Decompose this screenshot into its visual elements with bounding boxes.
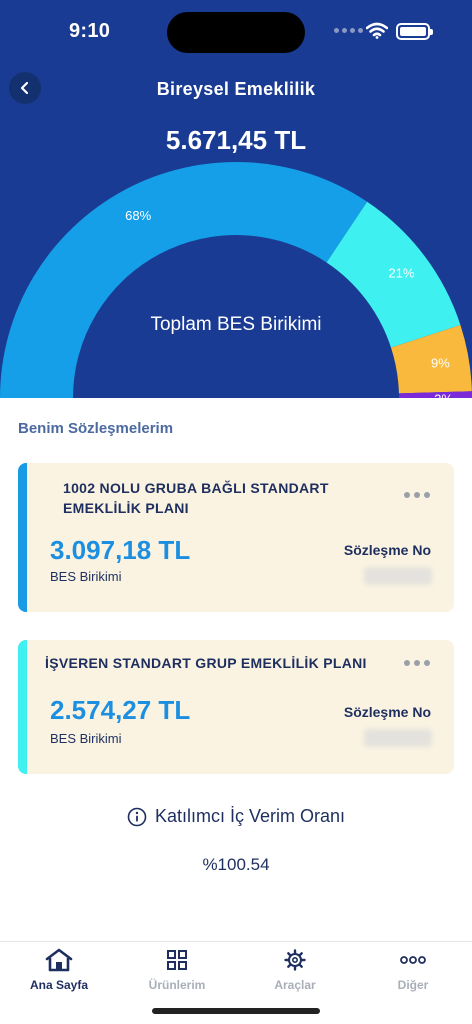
battery-icon bbox=[396, 23, 433, 40]
tab-home[interactable]: Ana Sayfa bbox=[0, 948, 118, 992]
slice-percent-label: 9% bbox=[431, 356, 450, 371]
contract-number-label: Sözleşme No bbox=[343, 542, 431, 558]
more-options-icon[interactable] bbox=[404, 492, 430, 498]
tab-products[interactable]: Ürünlerim bbox=[118, 948, 236, 992]
tab-label: Ana Sayfa bbox=[29, 978, 89, 992]
contract-card[interactable]: 1002 NOLU GRUBA BAĞLI STANDART EMEKLİLİK… bbox=[18, 463, 454, 612]
slice-percent-label: 21% bbox=[388, 266, 414, 281]
irr-row[interactable]: Katılımcı İç Verim Oranı bbox=[0, 806, 472, 827]
card-accent-bar bbox=[18, 463, 27, 612]
tab-label: Ürünlerim bbox=[148, 978, 206, 992]
status-bar: 9:10 bbox=[0, 0, 472, 62]
gear-icon bbox=[284, 949, 306, 971]
cellular-signal-icon bbox=[334, 28, 363, 33]
info-icon bbox=[127, 807, 147, 826]
donut-center-label: Toplam BES Birikimi bbox=[150, 314, 322, 335]
home-icon bbox=[45, 948, 73, 972]
contract-amount: 2.574,27 TL bbox=[50, 695, 191, 725]
contract-number-redacted bbox=[364, 729, 432, 747]
home-indicator bbox=[152, 1008, 320, 1014]
irr-value: %100.54 bbox=[202, 855, 270, 874]
status-time: 9:10 bbox=[69, 20, 111, 42]
contract-card[interactable]: İŞVEREN STANDART GRUP EMEKLİLİK PLANI 2.… bbox=[18, 640, 454, 774]
tab-label: Araçlar bbox=[274, 978, 316, 992]
card-accent-bar bbox=[18, 640, 27, 774]
slice-percent-label: 2% bbox=[434, 392, 453, 398]
more-icon bbox=[400, 956, 426, 964]
page-title: Bireysel Emeklilik bbox=[156, 79, 316, 99]
contract-title: 1002 NOLU GRUBA BAĞLI STANDART EMEKLİLİK… bbox=[63, 480, 329, 516]
slice-percent-label: 68% bbox=[125, 208, 151, 223]
tab-label: Diğer bbox=[397, 978, 429, 992]
tab-tools[interactable]: Araçlar bbox=[236, 948, 354, 992]
dynamic-island bbox=[167, 12, 305, 53]
contract-amount: 3.097,18 TL bbox=[50, 535, 191, 565]
section-title: Benim Sözleşmelerim bbox=[18, 420, 174, 437]
header-panel: 68% 21% 9% 2% 9:10 Bireysel Emeklilik 5.671… bbox=[0, 0, 472, 398]
donut-slice bbox=[0, 162, 368, 398]
amount-label: BES Birikimi bbox=[50, 731, 122, 746]
total-balance: 5.671,45 TL bbox=[165, 125, 307, 155]
grid-icon bbox=[167, 950, 187, 970]
more-options-icon[interactable] bbox=[404, 660, 430, 666]
contract-number-label: Sözleşme No bbox=[343, 704, 431, 720]
wifi-icon bbox=[366, 22, 388, 39]
amount-label: BES Birikimi bbox=[50, 569, 122, 584]
irr-label: Katılımcı İç Verim Oranı bbox=[154, 806, 346, 826]
tab-more[interactable]: Diğer bbox=[354, 948, 472, 992]
contract-title: İŞVEREN STANDART GRUP EMEKLİLİK PLANI bbox=[45, 655, 367, 671]
contract-number-redacted bbox=[364, 567, 432, 585]
